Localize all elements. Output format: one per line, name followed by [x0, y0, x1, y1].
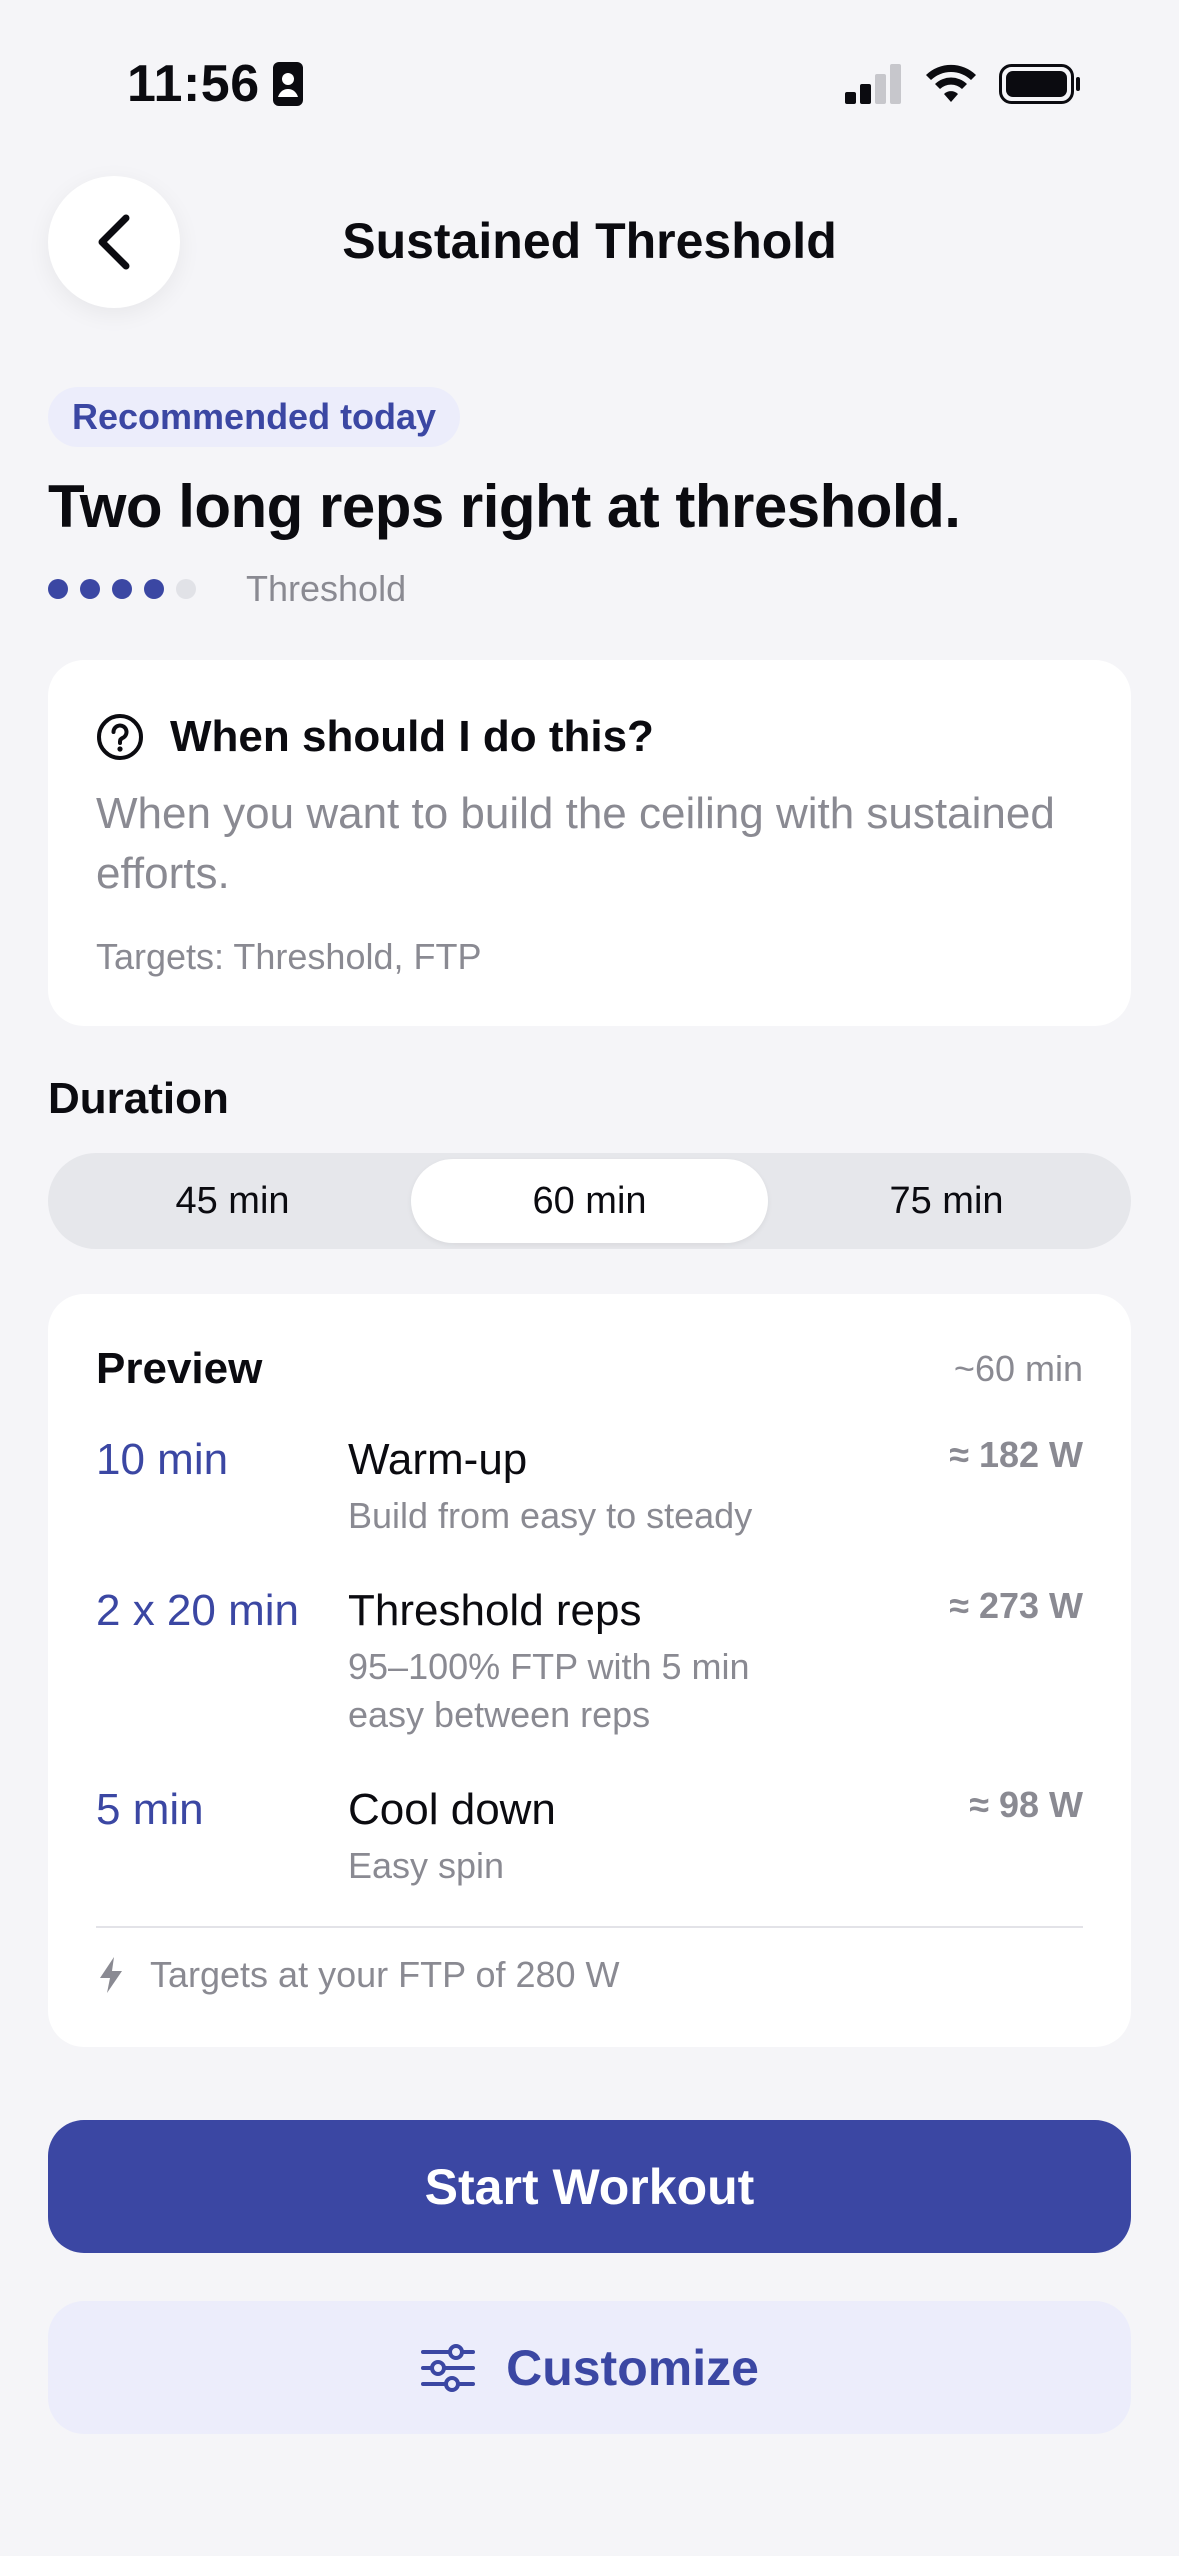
page-title: Sustained Threshold — [342, 213, 837, 269]
duration-option-45[interactable]: 45 min — [54, 1159, 411, 1243]
status-time: 11:56 — [127, 54, 304, 114]
preview-title: Preview — [96, 1344, 263, 1393]
intensity-dot — [80, 579, 100, 599]
intensity-dot — [176, 579, 196, 599]
workout-headline: Two long reps right at threshold. — [48, 473, 961, 540]
recommended-badge: Recommended today — [48, 387, 461, 447]
start-workout-button[interactable]: Start Workout — [48, 2120, 1131, 2253]
step-name: Cool down — [348, 1785, 556, 1834]
battery-icon — [999, 64, 1080, 104]
step-watts: ≈ 98 W — [969, 1784, 1083, 1825]
info-question-row: When should I do this? — [96, 712, 654, 762]
preview-total-duration: ~60 min — [953, 1348, 1083, 1389]
step-name: Warm-up — [348, 1435, 528, 1484]
ftp-note: Targets at your FTP of 280 W — [96, 1954, 620, 1996]
info-body: When you want to build the ceiling with … — [96, 789, 1055, 898]
preview-divider — [96, 1926, 1083, 1928]
cellular-signal-icon — [845, 64, 901, 104]
wifi-icon — [926, 64, 976, 102]
customize-button[interactable]: Customize — [48, 2301, 1131, 2434]
status-time-text: 11:56 — [127, 55, 260, 113]
duration-option-60[interactable]: 60 min — [411, 1159, 768, 1243]
preview-card: Preview ~60 min 10 min Warm-up Build fro… — [48, 1294, 1131, 2047]
intensity-dot — [112, 579, 132, 599]
step-description: Easy spin — [348, 1845, 505, 1886]
customize-label: Customize — [506, 2339, 759, 2396]
info-targets: Targets: Threshold, FTP — [96, 936, 482, 977]
step-description: 95–100% FTP with 5 min easy between reps — [348, 1646, 750, 1735]
intensity-dot — [144, 579, 164, 599]
duration-selector: 45 min 60 min 75 min — [48, 1153, 1131, 1249]
status-icons — [845, 64, 1081, 104]
step-watts: ≈ 273 W — [949, 1585, 1083, 1626]
duration-label: Duration — [48, 1074, 229, 1123]
step-description: Build from easy to steady — [348, 1495, 753, 1536]
step-duration: 2 x 20 min — [96, 1586, 299, 1635]
sliders-icon — [421, 2343, 476, 2392]
intensity-indicator: Threshold — [48, 568, 406, 610]
when-to-do-card: When should I do this? When you want to … — [48, 660, 1131, 1026]
step-name: Threshold reps — [348, 1586, 642, 1635]
step-duration: 10 min — [96, 1435, 229, 1484]
step-duration: 5 min — [96, 1785, 204, 1834]
question-circle-icon — [97, 714, 143, 760]
intensity-dot — [48, 579, 68, 599]
duration-option-75[interactable]: 75 min — [768, 1159, 1125, 1243]
intensity-label: Threshold — [246, 568, 407, 609]
ftp-note-text: Targets at your FTP of 280 W — [150, 1954, 620, 1995]
step-watts: ≈ 182 W — [949, 1434, 1083, 1475]
contact-card-icon — [272, 62, 303, 106]
info-question: When should I do this? — [170, 712, 654, 761]
workout-detail-screen: 11:56 Sustained Threshold Recommended to… — [0, 0, 1179, 2556]
bolt-icon — [100, 1957, 122, 1993]
